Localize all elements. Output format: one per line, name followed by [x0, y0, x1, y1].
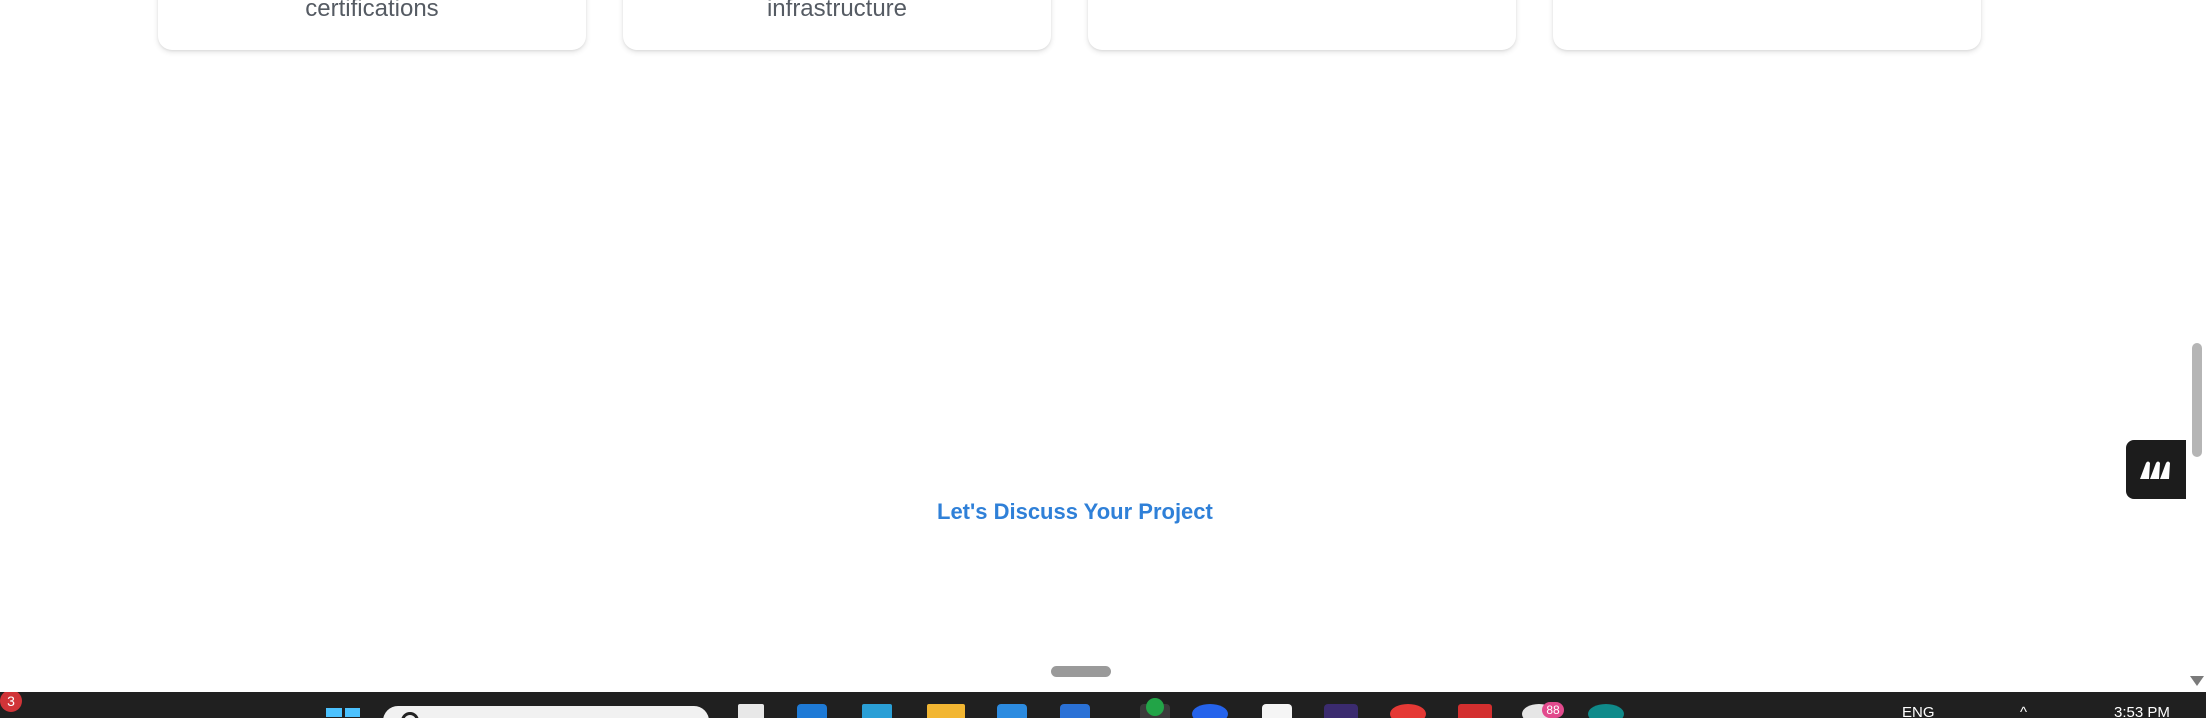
app-icon[interactable]	[1324, 704, 1358, 718]
card-text: infrastructure	[766, 0, 908, 22]
discuss-project-link[interactable]: Let's Discuss Your Project	[937, 499, 1213, 525]
store-app-icon[interactable]	[862, 704, 892, 718]
app-badge-count: 88	[1542, 702, 1564, 718]
scrollbar-thumb[interactable]	[2192, 343, 2202, 457]
azure-app-icon[interactable]	[1060, 704, 1090, 718]
card-text: certifications	[305, 0, 439, 22]
brand-logo-icon	[2140, 461, 2170, 479]
edge-app-icon[interactable]	[797, 704, 827, 718]
page-viewport: certifications infrastructure Let's Disc…	[0, 0, 2206, 692]
notification-badge[interactable]: 3	[0, 692, 22, 712]
windows-start-icon[interactable]	[326, 708, 360, 718]
scroll-down-arrow-icon[interactable]	[2190, 676, 2204, 686]
chat-widget-button[interactable]	[2126, 440, 2186, 499]
taskbar: 3 88 ENG ^ 3:53 PM	[0, 692, 2206, 718]
app-icon[interactable]	[1588, 704, 1624, 718]
clock[interactable]: 3:53 PM	[2114, 704, 2170, 718]
app-icon[interactable]: 88	[1522, 702, 1564, 718]
notes-app-icon[interactable]	[1262, 704, 1292, 718]
file-explorer-icon[interactable]	[927, 704, 965, 718]
language-indicator[interactable]: ENG	[1902, 704, 1935, 718]
gmail-app-icon[interactable]	[1458, 704, 1492, 718]
taskbar-search-input[interactable]	[383, 706, 709, 718]
tray-expand-icon[interactable]: ^	[2020, 704, 2027, 718]
app-icon[interactable]	[1192, 704, 1228, 718]
search-icon	[401, 712, 419, 718]
feature-card-4	[1553, 0, 1981, 50]
feature-card-infrastructure: infrastructure	[623, 0, 1051, 50]
feature-card-3	[1088, 0, 1516, 50]
drag-handle[interactable]	[1051, 666, 1111, 677]
task-view-icon[interactable]	[738, 704, 764, 718]
mail-app-icon[interactable]	[997, 704, 1027, 718]
feature-card-certifications: certifications	[158, 0, 586, 50]
app-icon[interactable]	[1140, 698, 1170, 718]
check-badge-icon	[1146, 698, 1164, 716]
app-icon[interactable]	[1390, 704, 1426, 718]
